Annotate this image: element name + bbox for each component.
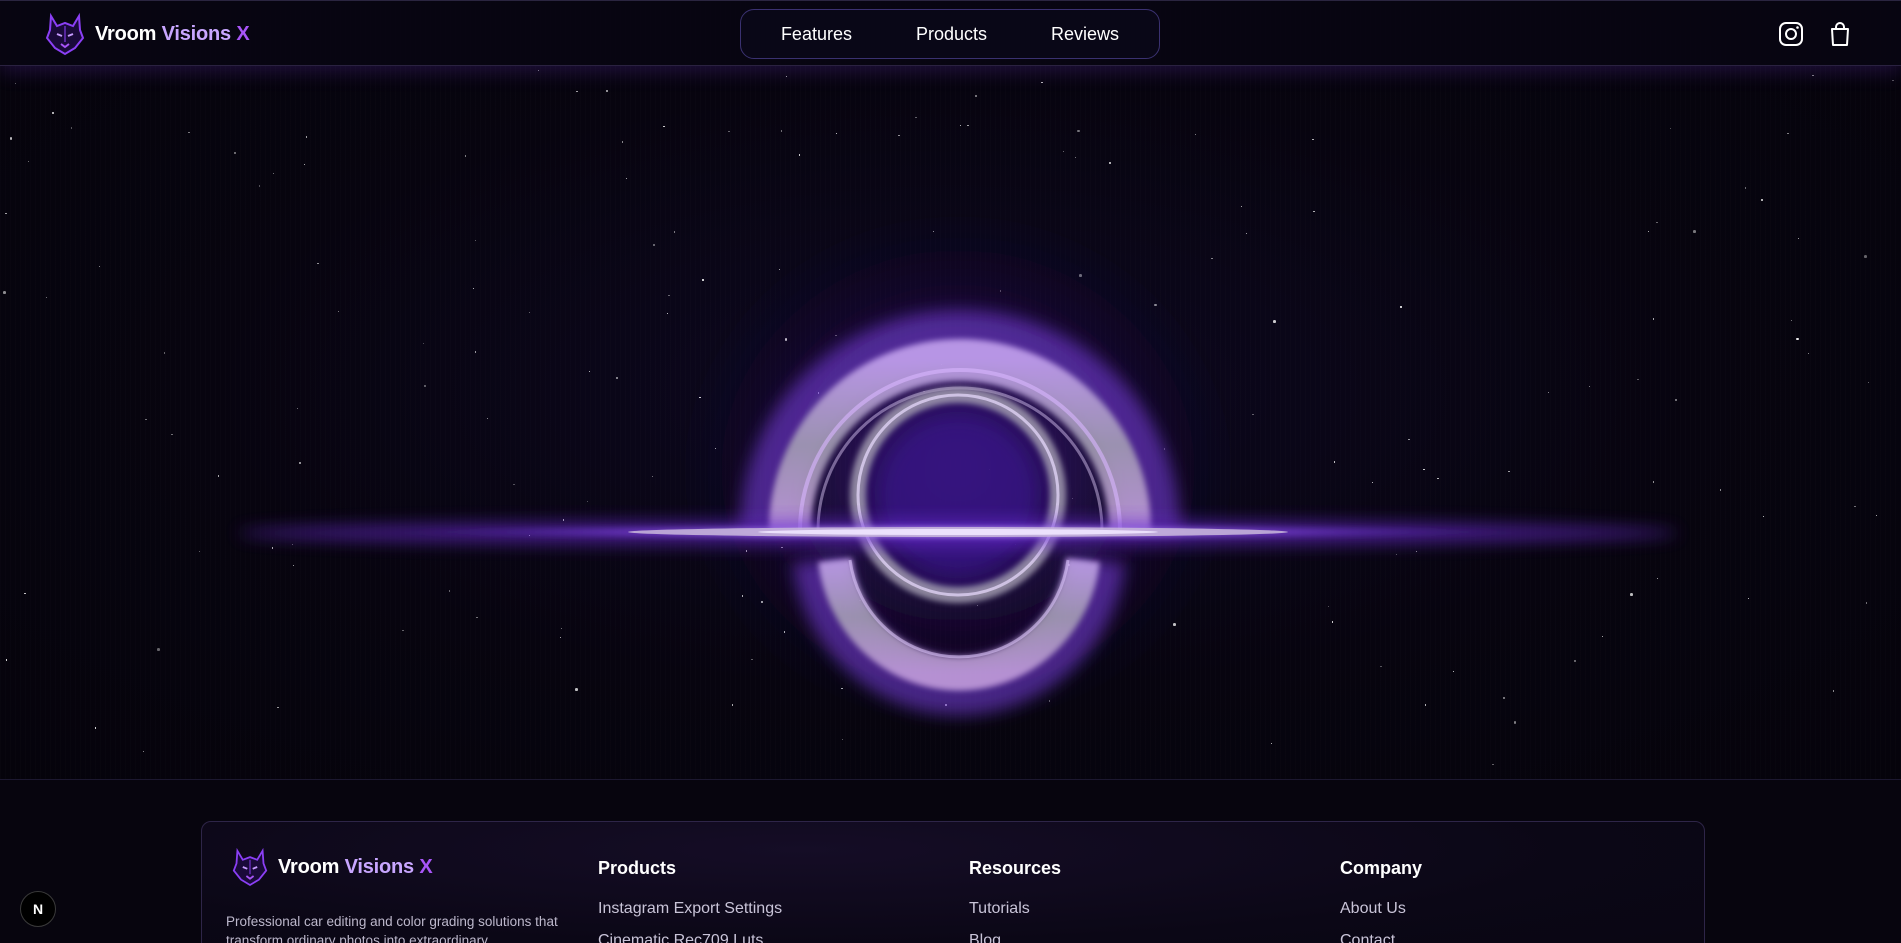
nav-link-features[interactable]: Features	[749, 24, 884, 45]
wolf-icon	[45, 12, 85, 56]
footer-link[interactable]: Tutorials	[969, 899, 1061, 919]
brand-logo-link[interactable]: Vroom Visions X	[45, 12, 250, 56]
page: Vroom Visions X Features Products Review…	[0, 0, 1901, 943]
black-hole-illustration	[238, 210, 1678, 730]
brand-name: Vroom Visions X	[95, 22, 250, 45]
footer-column-company: Company About Us Contact	[1340, 858, 1422, 943]
dev-tools-badge[interactable]: N	[20, 891, 56, 927]
footer-brand[interactable]: Vroom Visions X	[232, 846, 433, 888]
footer-link[interactable]: About Us	[1340, 899, 1422, 919]
instagram-icon[interactable]	[1777, 20, 1805, 48]
footer-description: Professional car editing and color gradi…	[226, 914, 558, 943]
footer-heading: Company	[1340, 858, 1423, 878]
shopping-bag-icon[interactable]	[1826, 20, 1854, 48]
wolf-icon	[232, 847, 268, 887]
footer-link[interactable]: Cinematic Rec709 Luts	[598, 931, 782, 943]
footer-link[interactable]: Contact	[1340, 931, 1422, 943]
nav-link-products[interactable]: Products	[884, 24, 1019, 45]
nav-link-reviews[interactable]: Reviews	[1019, 24, 1151, 45]
footer-card: Vroom Visions X Professional car editing…	[201, 821, 1705, 943]
footer-brand-name: Vroom Visions X	[278, 855, 433, 878]
footer-column-resources: Resources Tutorials Blog	[969, 858, 1061, 943]
footer: Vroom Visions X Professional car editing…	[0, 779, 1901, 943]
top-navbar: Vroom Visions X Features Products Review…	[0, 0, 1901, 66]
footer-heading: Resources	[969, 858, 1062, 878]
footer-link[interactable]: Instagram Export Settings	[598, 899, 782, 919]
footer-column-products: Products Instagram Export Settings Cinem…	[598, 858, 782, 943]
hero-space-section	[0, 0, 1901, 780]
footer-link[interactable]: Blog	[969, 931, 1061, 943]
main-nav: Features Products Reviews	[740, 9, 1160, 59]
footer-heading: Products	[598, 858, 677, 878]
